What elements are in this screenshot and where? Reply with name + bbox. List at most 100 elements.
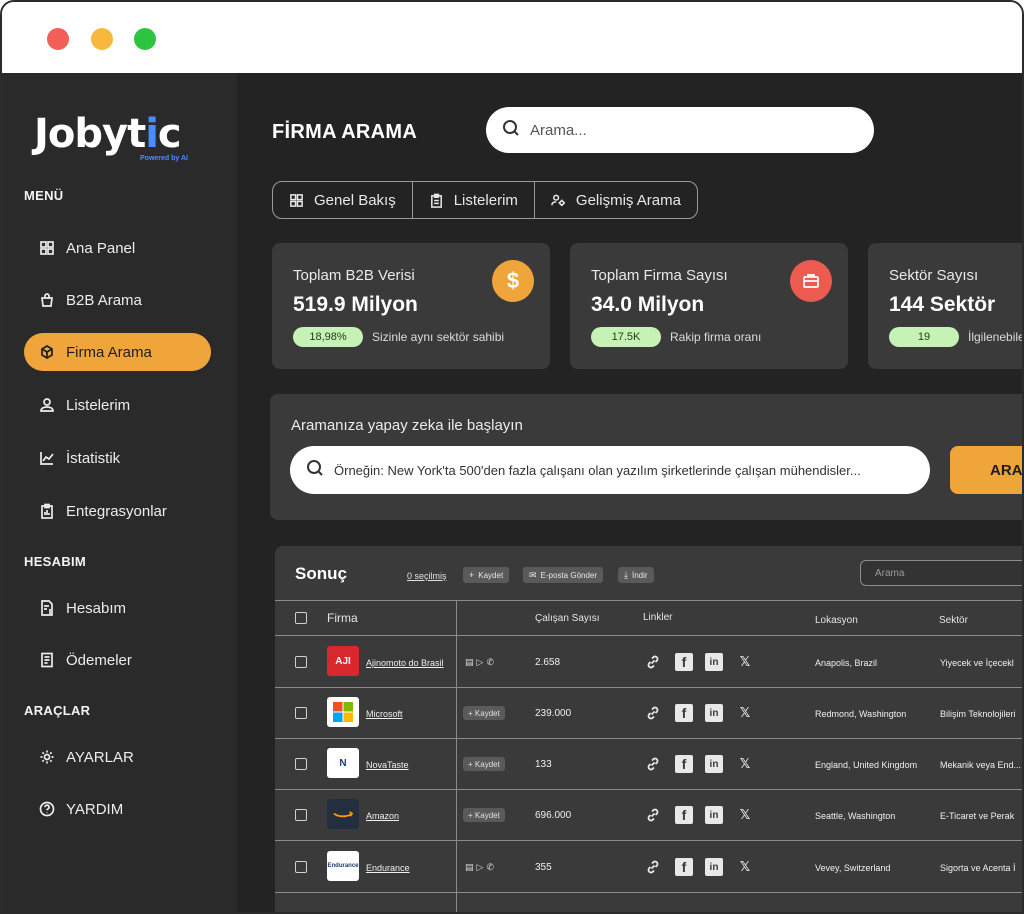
minimize-window-button[interactable]: [91, 28, 113, 50]
maximize-window-button[interactable]: [134, 28, 156, 50]
linkedin-icon[interactable]: in: [705, 755, 723, 773]
linkedin-icon[interactable]: in: [705, 704, 723, 722]
sidebar-item-yardim[interactable]: YARDIM: [24, 790, 211, 828]
company-name-link[interactable]: Ajinomoto do Brasil: [366, 658, 444, 668]
row-checkbox[interactable]: [295, 656, 307, 668]
linkedin-icon[interactable]: in: [705, 806, 723, 824]
row-checkbox[interactable]: [295, 861, 307, 873]
sidebar-item-label: AYARLAR: [66, 748, 134, 766]
social-links: f in 𝕏: [643, 805, 755, 825]
table-row[interactable]: AJI Ajinomoto do Brasil ▤▷✆ 2.658 f in 𝕏 Anapol…: [275, 637, 1022, 688]
link-icon[interactable]: [643, 652, 663, 672]
stat-card-b2b: Toplam B2B Verisi 519.9 Milyon 18,98% Si…: [272, 243, 550, 369]
facebook-icon[interactable]: f: [675, 806, 693, 824]
company-location: Seattle, Washington: [815, 811, 896, 821]
company-sector: Bilişim Teknolojileri: [940, 709, 1016, 719]
link-icon[interactable]: [643, 754, 663, 774]
social-links: f in 𝕏: [643, 703, 755, 723]
stat-card-sektor: Sektör Sayısı 144 Sektör 19 İlgilenebile: [868, 243, 1022, 369]
company-location: Anapolis, Brazil: [815, 658, 878, 668]
tab-genel-bakis[interactable]: Genel Bakış: [273, 182, 413, 218]
facebook-icon[interactable]: f: [675, 704, 693, 722]
link-icon[interactable]: [643, 703, 663, 723]
row-checkbox[interactable]: [295, 809, 307, 821]
company-logo: AJI: [327, 646, 359, 676]
employee-count: 355: [535, 862, 552, 873]
company-name-link[interactable]: Amazon: [366, 811, 399, 821]
tab-listelerim[interactable]: Listelerim: [413, 182, 535, 218]
column-header-sektor[interactable]: Sektör: [939, 615, 968, 626]
sidebar-item-listelerim[interactable]: Listelerim: [24, 386, 211, 424]
column-header-calisan[interactable]: Çalışan Sayısı: [535, 613, 599, 624]
sidebar-item-label: Listelerim: [66, 396, 131, 414]
briefcase-icon: [790, 260, 832, 302]
x-twitter-icon[interactable]: 𝕏: [735, 703, 755, 723]
row-checkbox[interactable]: [295, 758, 307, 770]
employee-count: 133: [535, 759, 552, 770]
sidebar-item-firma-arama[interactable]: Firma Arama: [24, 333, 211, 371]
linkedin-icon[interactable]: in: [705, 653, 723, 671]
ai-search-bar[interactable]: [290, 446, 930, 494]
facebook-icon[interactable]: f: [675, 653, 693, 671]
select-all-checkbox[interactable]: [295, 612, 307, 624]
send-email-button[interactable]: ✉ E-posta Gönder: [523, 567, 604, 583]
sidebar-item-istatistik[interactable]: İstatistik: [24, 439, 211, 477]
sidebar-item-ayarlar[interactable]: AYARLAR: [24, 738, 211, 776]
menu-section-title: MENÜ: [24, 188, 64, 203]
stat-label: Toplam B2B Verisi: [293, 267, 415, 284]
x-twitter-icon[interactable]: 𝕏: [735, 857, 755, 877]
column-header-lokasyon[interactable]: Lokasyon: [815, 615, 858, 626]
facebook-icon[interactable]: f: [675, 858, 693, 876]
ai-search-button[interactable]: ARAM: [950, 446, 1022, 494]
row-save-button[interactable]: + Kaydet: [463, 706, 505, 720]
stat-desc: Rakip firma oranı: [670, 330, 762, 344]
sidebar-item-odemeler[interactable]: Ödemeler: [24, 641, 211, 679]
link-icon[interactable]: [643, 857, 663, 877]
linkedin-icon[interactable]: in: [705, 858, 723, 876]
results-table-card: Sonuç 0 seçilmiş + Kaydet ✉ E-posta Gönder…: [275, 546, 1022, 912]
top-search-bar[interactable]: [486, 107, 874, 153]
ai-search-input[interactable]: [334, 462, 924, 478]
results-search-input[interactable]: [860, 560, 1022, 586]
facebook-icon[interactable]: f: [675, 755, 693, 773]
table-row[interactable]: N NovaTaste + Kaydet 133 f in 𝕏 England, United…: [275, 739, 1022, 790]
save-selected-button[interactable]: + Kaydet: [463, 567, 510, 583]
company-name-link[interactable]: Microsoft: [366, 709, 403, 719]
x-twitter-icon[interactable]: 𝕏: [735, 805, 755, 825]
brand-logo[interactable]: Jobytic: [34, 111, 182, 157]
company-name-link[interactable]: NovaTaste: [366, 760, 409, 770]
company-name-link[interactable]: Endurance: [366, 863, 410, 873]
table-row[interactable]: Microsoft + Kaydet 239.000 f in 𝕏 Redmond, Was…: [275, 688, 1022, 739]
company-location: Redmond, Washington: [815, 709, 907, 719]
company-sector: Yiyecek ve İçecekl: [940, 658, 1014, 668]
column-header-firma[interactable]: Firma: [327, 611, 358, 625]
search-icon: [502, 119, 520, 142]
tab-label: Gelişmiş Arama: [575, 191, 681, 209]
sidebar-item-hesabim[interactable]: Hesabım: [24, 589, 211, 627]
row-checkbox[interactable]: [295, 707, 307, 719]
top-search-input[interactable]: [530, 121, 850, 139]
company-logo: [327, 799, 359, 829]
stat-label: Sektör Sayısı: [889, 267, 979, 284]
tab-gelismis-arama[interactable]: Gelişmiş Arama: [535, 182, 697, 218]
company-logo: N: [327, 748, 359, 778]
close-window-button[interactable]: [47, 28, 69, 50]
download-button[interactable]: ⤓ İndir: [618, 567, 654, 583]
row-save-button[interactable]: + Kaydet: [463, 808, 505, 822]
x-twitter-icon[interactable]: 𝕏: [735, 754, 755, 774]
x-twitter-icon[interactable]: 𝕏: [735, 652, 755, 672]
column-header-linkler[interactable]: Linkler: [643, 612, 672, 623]
sidebar-item-entegrasyonlar[interactable]: Entegrasyonlar: [24, 492, 211, 530]
grid-icon: [38, 239, 56, 257]
company-sector: E-Ticaret ve Perak: [940, 811, 1015, 821]
table-row[interactable]: Amazon + Kaydet 696.000 f in 𝕏 Seattle, Washin…: [275, 790, 1022, 841]
row-save-button[interactable]: + Kaydet: [463, 757, 505, 771]
results-title: Sonuç: [295, 564, 347, 583]
sidebar-item-ana-panel[interactable]: Ana Panel: [24, 229, 211, 267]
stat-badge: 17.5K: [591, 327, 661, 347]
help-icon: [38, 800, 56, 818]
table-row[interactable]: Endurance Endurance ▤▷✆ 355 f in 𝕏 Vevey, Switz…: [275, 842, 1022, 893]
selected-count[interactable]: 0 seçilmiş: [407, 571, 447, 581]
link-icon[interactable]: [643, 805, 663, 825]
sidebar-item-b2b-arama[interactable]: B2B Arama: [24, 281, 211, 319]
